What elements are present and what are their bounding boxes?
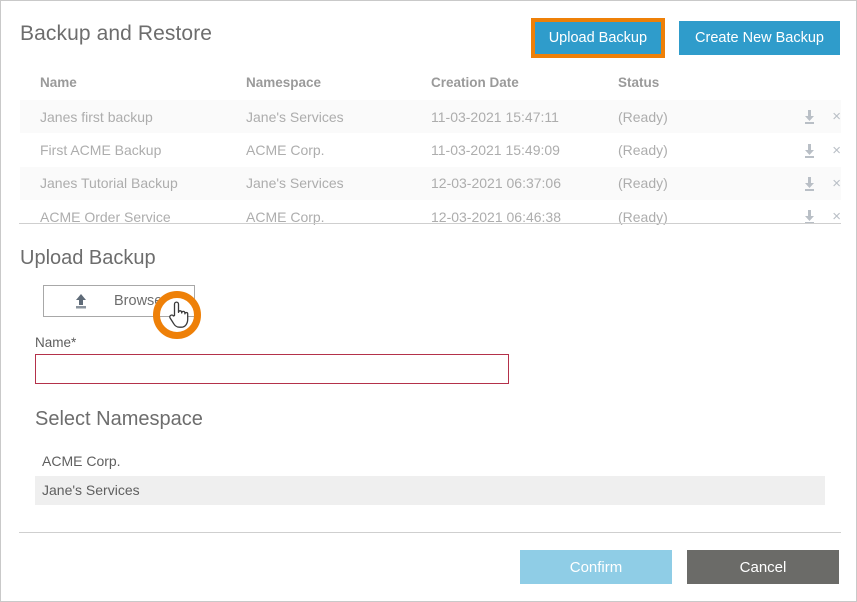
cell-actions: ×	[758, 100, 841, 133]
column-header-namespace: Namespace	[226, 67, 411, 100]
column-header-status: Status	[598, 67, 758, 100]
cell-status: (Ready)	[598, 133, 758, 166]
cell-actions: ×	[758, 200, 841, 233]
cell-creation-date: 12-03-2021 06:46:38	[411, 200, 598, 233]
header-actions: Upload Backup Create New Backup	[531, 18, 840, 58]
upload-backup-highlight: Upload Backup	[531, 18, 665, 58]
backups-table-container: Name Namespace Creation Date Status Jane…	[20, 67, 841, 233]
download-icon[interactable]	[802, 176, 817, 192]
create-new-backup-button[interactable]: Create New Backup	[679, 21, 840, 55]
dialog-footer: Confirm Cancel	[520, 550, 839, 584]
delete-icon[interactable]: ×	[832, 109, 841, 125]
delete-icon[interactable]: ×	[832, 176, 841, 192]
cell-name: Janes Tutorial Backup	[20, 167, 226, 200]
cell-status: (Ready)	[598, 167, 758, 200]
namespace-list: ACME Corp. Jane's Services	[35, 447, 825, 505]
cell-status: (Ready)	[598, 100, 758, 133]
cell-namespace: Jane's Services	[226, 100, 411, 133]
table-row[interactable]: Janes Tutorial Backup Jane's Services 12…	[20, 167, 841, 200]
cell-creation-date: 11-03-2021 15:47:11	[411, 100, 598, 133]
table-row[interactable]: First ACME Backup ACME Corp. 11-03-2021 …	[20, 133, 841, 166]
name-input[interactable]	[35, 354, 509, 384]
table-header: Name Namespace Creation Date Status	[20, 67, 841, 100]
cell-name: Janes first backup	[20, 100, 226, 133]
cell-namespace: Jane's Services	[226, 167, 411, 200]
namespace-option-acme-corp[interactable]: ACME Corp.	[35, 447, 825, 476]
table-row[interactable]: Janes first backup Jane's Services 11-03…	[20, 100, 841, 133]
delete-icon[interactable]: ×	[832, 143, 841, 159]
cell-name: First ACME Backup	[20, 133, 226, 166]
cell-status: (Ready)	[598, 200, 758, 233]
table-body: Janes first backup Jane's Services 11-03…	[20, 100, 841, 233]
cancel-button[interactable]: Cancel	[687, 550, 839, 584]
upload-arrow-icon	[62, 293, 100, 310]
download-icon[interactable]	[802, 143, 817, 159]
table-row[interactable]: ACME Order Service ACME Corp. 12-03-2021…	[20, 200, 841, 233]
cell-namespace: ACME Corp.	[226, 133, 411, 166]
browse-button-label: Browse	[114, 293, 162, 309]
page-header: Backup and Restore Upload Backup Create …	[1, 1, 856, 67]
table-header-row: Name Namespace Creation Date Status	[20, 67, 841, 100]
cell-creation-date: 12-03-2021 06:37:06	[411, 167, 598, 200]
upload-backup-button[interactable]: Upload Backup	[535, 22, 661, 54]
browse-button[interactable]: Browse	[43, 285, 195, 317]
confirm-button[interactable]: Confirm	[520, 550, 672, 584]
section-divider-top	[19, 223, 841, 224]
download-icon[interactable]	[802, 109, 817, 125]
select-namespace-title: Select Namespace	[35, 408, 203, 431]
name-field-label: Name*	[35, 335, 76, 350]
cell-name: ACME Order Service	[20, 200, 226, 233]
column-header-actions	[758, 67, 841, 100]
cell-actions: ×	[758, 167, 841, 200]
cell-namespace: ACME Corp.	[226, 200, 411, 233]
backup-and-restore-dialog: Backup and Restore Upload Backup Create …	[0, 0, 857, 602]
upload-backup-section-title: Upload Backup	[20, 247, 156, 270]
column-header-name: Name	[20, 67, 226, 100]
page-title: Backup and Restore	[20, 22, 212, 46]
section-divider-bottom	[19, 532, 841, 533]
cell-actions: ×	[758, 133, 841, 166]
cell-creation-date: 11-03-2021 15:49:09	[411, 133, 598, 166]
namespace-option-janes-services[interactable]: Jane's Services	[35, 476, 825, 505]
backups-table: Name Namespace Creation Date Status Jane…	[20, 67, 841, 233]
column-header-creation-date: Creation Date	[411, 67, 598, 100]
